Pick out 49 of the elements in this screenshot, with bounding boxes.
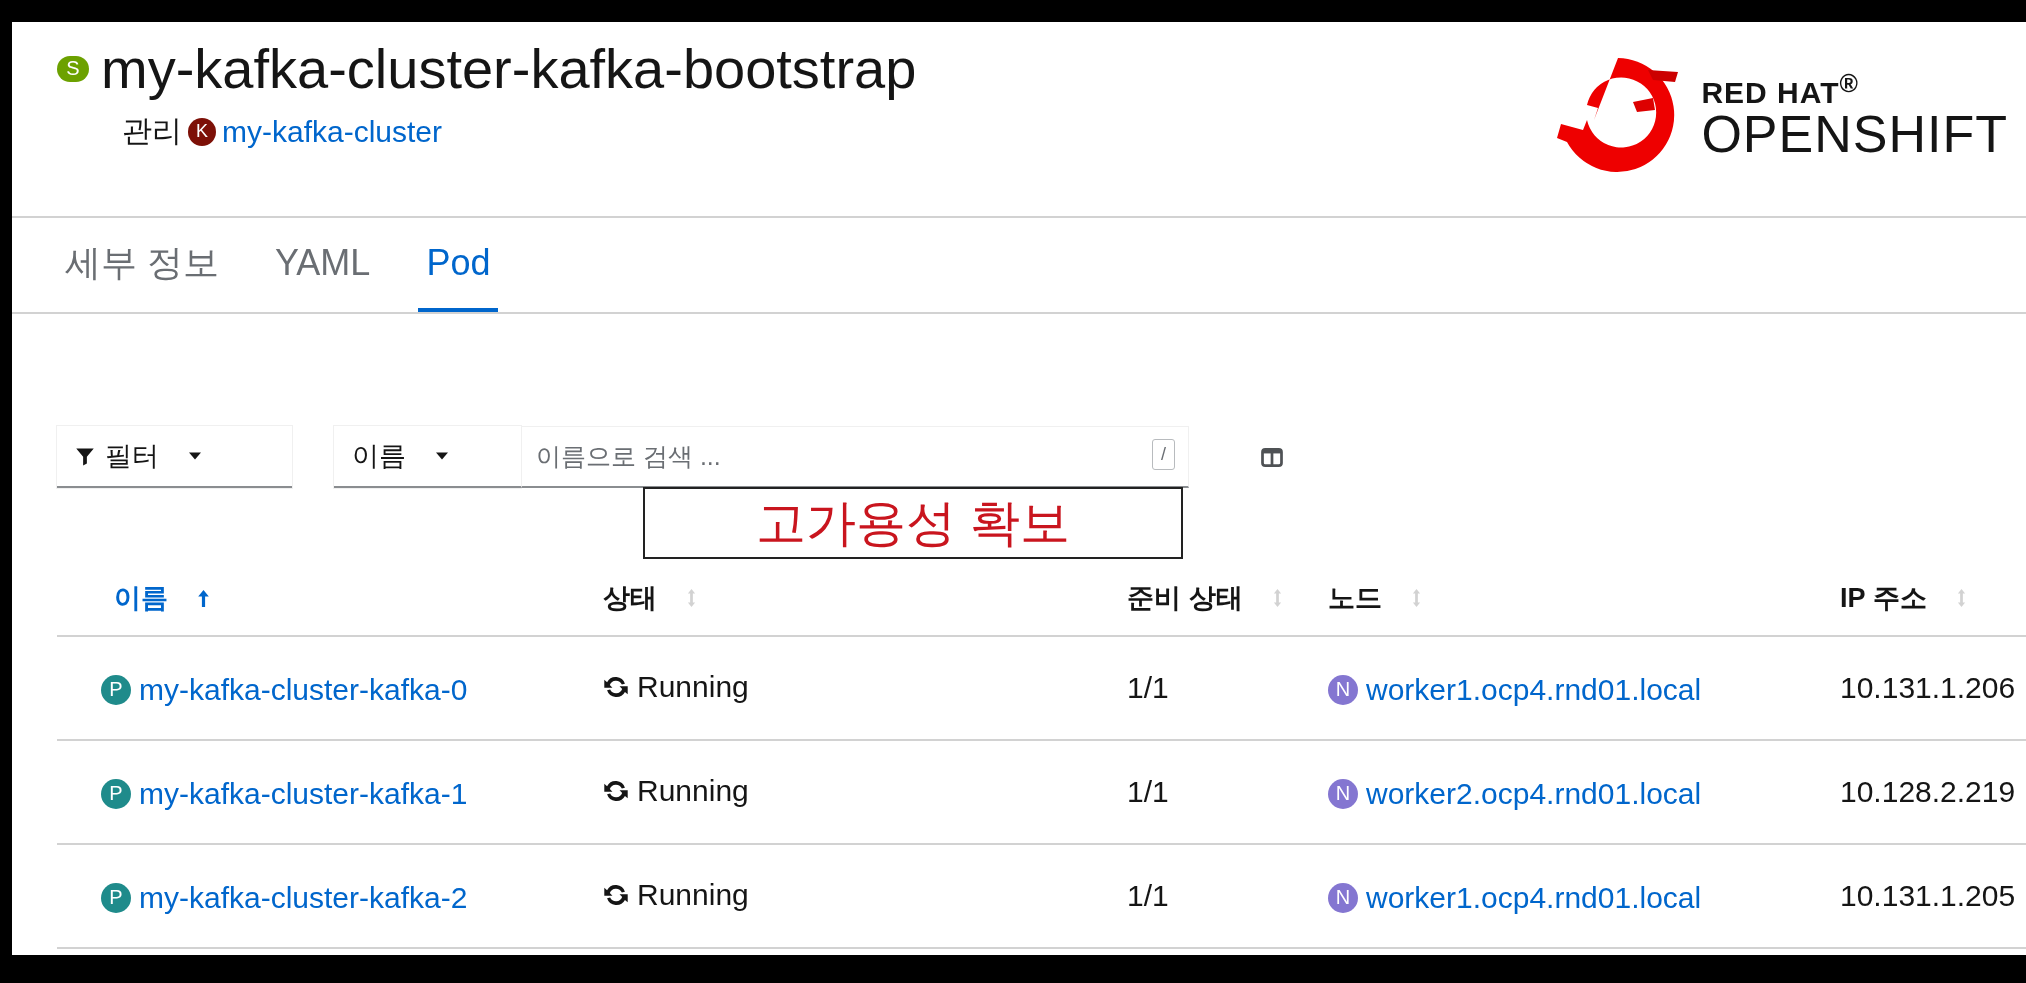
pod-link[interactable]: my-kafka-cluster-kafka-0	[139, 672, 468, 707]
status-text: Running	[637, 773, 749, 808]
ready-text: 1/1	[1127, 879, 1169, 912]
owner-label: 관리	[122, 113, 182, 149]
node-link[interactable]: worker1.ocp4.rnd01.local	[1366, 880, 1702, 915]
node-link[interactable]: worker2.ocp4.rnd01.local	[1366, 776, 1702, 811]
sort-icon	[1956, 588, 1966, 608]
sort-icon	[687, 588, 696, 608]
node-badge: N	[1328, 674, 1358, 705]
tab[interactable]: YAML	[267, 218, 379, 312]
pod-link[interactable]: my-kafka-cluster-kafka-2	[139, 880, 468, 915]
columns-icon[interactable]	[1261, 447, 1283, 467]
sort-icon	[1412, 588, 1421, 608]
tab[interactable]: Pod	[418, 218, 499, 312]
ip-text: 10.128.2.219	[1840, 775, 2016, 808]
ip-text: 10.131.1.206	[1840, 671, 2016, 704]
tab[interactable]: 세부 정보	[57, 218, 227, 312]
ip-text: 10.131.1.205	[1840, 879, 2016, 912]
pod-badge: P	[101, 882, 131, 913]
shortcut-key: /	[1152, 439, 1175, 470]
caret-icon	[436, 452, 448, 460]
ready-text: 1/1	[1127, 671, 1169, 704]
pod-badge: P	[101, 778, 131, 809]
sort-icon	[1272, 588, 1282, 608]
owner-link[interactable]: my-kafka-cluster	[222, 114, 443, 149]
caret-icon	[189, 452, 201, 460]
attribute-dropdown[interactable]: 이름	[334, 426, 521, 488]
column-header[interactable]: 상태	[603, 580, 696, 616]
pod-link[interactable]: my-kafka-cluster-kafka-1	[139, 776, 468, 811]
service-badge: S	[57, 55, 89, 82]
node-link[interactable]: worker1.ocp4.rnd01.local	[1366, 672, 1702, 707]
logo-brand-text: RED HAT$^{®}$	[1701, 70, 1860, 108]
ready-text: 1/1	[1127, 775, 1169, 808]
annotation-box: 고가용성 확보	[643, 487, 1183, 559]
owner-badge: K	[188, 117, 216, 146]
column-header[interactable]: 노드	[1328, 580, 1421, 616]
column-header[interactable]: 준비 상태	[1127, 580, 1282, 616]
filter-dropdown[interactable]: 필터	[57, 426, 292, 488]
node-badge: N	[1328, 882, 1358, 913]
column-header[interactable]: IP 주소	[1840, 580, 1966, 616]
node-badge: N	[1328, 778, 1358, 809]
filter-icon	[75, 446, 95, 466]
logo-product-text: OPENSHIFT	[1701, 107, 2008, 160]
status-text: Running	[637, 877, 749, 912]
page-title: my-kafka-cluster-kafka-bootstrap	[101, 36, 917, 101]
status-text: Running	[637, 669, 749, 704]
sort-up-icon	[198, 589, 209, 607]
column-header[interactable]: 이름	[114, 580, 209, 616]
pod-badge: P	[101, 674, 131, 705]
